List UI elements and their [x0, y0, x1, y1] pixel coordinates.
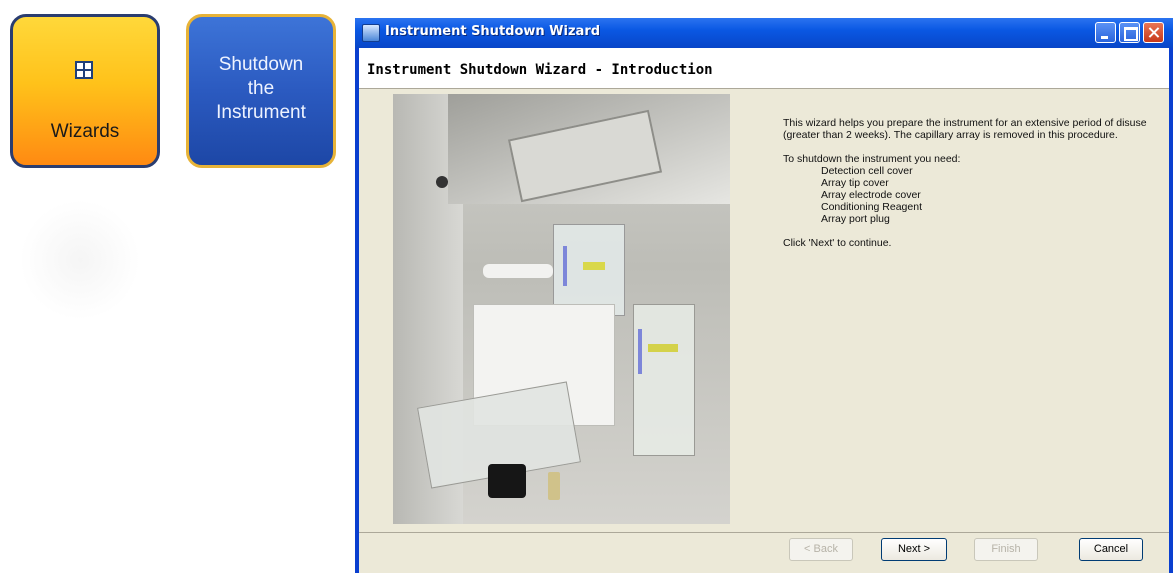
shutdown-instrument-tile[interactable]: Shutdown the Instrument: [186, 14, 336, 168]
back-button[interactable]: < Back: [789, 538, 853, 561]
app-icon: [362, 24, 380, 42]
list-item: Array port plug: [821, 213, 890, 225]
maximize-button[interactable]: [1119, 22, 1140, 43]
wizards-tile-label: Wizards: [50, 121, 120, 142]
wizard-step-title: Instrument Shutdown Wizard - Introductio…: [367, 62, 713, 78]
list-item: Detection cell cover: [821, 165, 913, 177]
footer-divider: [359, 532, 1169, 533]
next-button[interactable]: Next >: [881, 538, 947, 561]
window-title: Instrument Shutdown Wizard: [385, 24, 601, 39]
title-bar[interactable]: Instrument Shutdown Wizard: [355, 18, 1173, 48]
wizards-tile[interactable]: Wizards: [10, 14, 160, 168]
minimize-button[interactable]: [1095, 22, 1116, 43]
intro-paragraph: This wizard helps you prepare the instru…: [783, 117, 1147, 141]
list-item: Array tip cover: [821, 177, 889, 189]
grid-icon: [75, 61, 93, 79]
wizard-header: Instrument Shutdown Wizard - Introductio…: [359, 48, 1169, 89]
continue-hint: Click 'Next' to continue.: [783, 237, 892, 249]
close-button[interactable]: [1143, 22, 1164, 43]
wizard-window: Instrument Shutdown Wizard Instrument Sh…: [355, 18, 1173, 573]
intro-text: This wizard helps you prepare the instru…: [783, 117, 1161, 261]
instrument-photo: [393, 94, 730, 524]
requirements-list: Detection cell cover Array tip cover Arr…: [783, 165, 1161, 225]
shutdown-tile-label: Shutdown the Instrument: [216, 54, 306, 123]
finish-button[interactable]: Finish: [974, 538, 1038, 561]
list-item: Array electrode cover: [821, 189, 921, 201]
list-item: Conditioning Reagent: [821, 201, 922, 213]
cancel-button[interactable]: Cancel: [1079, 538, 1143, 561]
requirements-heading: To shutdown the instrument you need:: [783, 153, 961, 165]
